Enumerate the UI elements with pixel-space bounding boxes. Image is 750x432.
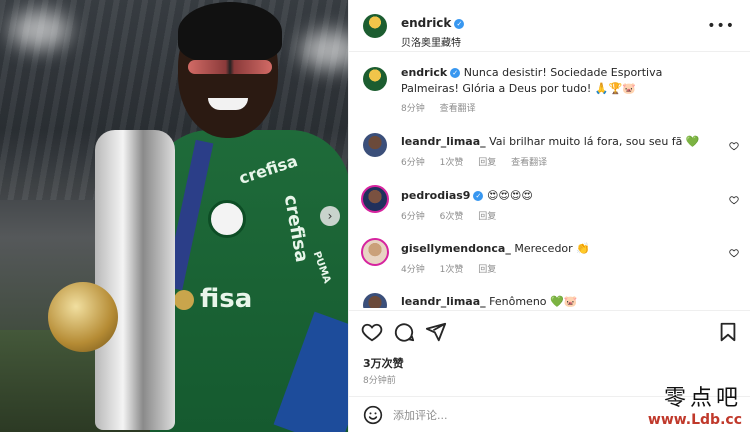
post-location[interactable]: 贝洛奥里藏特 (401, 34, 464, 49)
comment-info: 4分钟 1次赞 回复 (401, 262, 508, 275)
comment-time: 6分钟 (401, 158, 425, 168)
caption-avatar[interactable] (363, 67, 387, 91)
more-options-icon[interactable]: ••• (707, 18, 735, 34)
comment-text-block: pedrodias9 ✓ 😍😍😍😍 (401, 188, 721, 204)
comment-bubble-icon[interactable] (393, 321, 415, 343)
emoji-smiley-icon[interactable] (363, 405, 383, 425)
shirt-chest-text: fisa (200, 284, 253, 314)
stadium-light (10, 10, 70, 50)
comment-item: leandr_limaa_ Vai brilhar muito lá fora,… (349, 131, 750, 175)
like-heart-icon[interactable] (361, 321, 383, 343)
comment-text: Merecedor 👏 (514, 242, 590, 255)
watermark-url: www.Ldb.cc (647, 412, 742, 428)
comment-item: pedrodias9 ✓ 😍😍😍😍 6分钟 6次赞 回复 (349, 185, 750, 229)
sunglasses (188, 60, 272, 74)
comment-avatar[interactable] (363, 293, 387, 308)
comment-avatar[interactable] (363, 133, 387, 157)
verified-badge-icon: ✓ (450, 68, 461, 78)
comment-item: leandr_limaa_ Fenômeno 💚🐷 (349, 291, 750, 308)
verified-badge-icon: ✓ (473, 191, 484, 201)
comment-text-block: leandr_limaa_ Vai brilhar muito lá fora,… (401, 134, 721, 150)
palmeiras-crest-icon (208, 200, 246, 238)
comment-like-heart-icon[interactable] (729, 248, 739, 258)
author-block: endrick ✓ 贝洛奥里藏特 (401, 12, 465, 49)
verified-badge-icon: ✓ (454, 19, 465, 29)
comment-info: 6分钟 6次赞 回复 (401, 209, 508, 222)
save-bookmark-icon[interactable] (717, 321, 739, 343)
comment-avatar[interactable] (361, 238, 389, 266)
caption-info: 8分钟 查看翻译 (401, 101, 488, 114)
comment-input[interactable] (393, 407, 573, 423)
comment-username[interactable]: leandr_limaa_ (401, 135, 486, 148)
comments-list: endrick ✓ Nunca desistir! Sociedade Espor… (349, 53, 750, 308)
watermark-cn: 零点吧 (663, 386, 742, 411)
comment-like-count[interactable]: 1次赞 (440, 158, 464, 168)
comment-reply-link[interactable]: 回复 (478, 212, 496, 222)
post-time: 8分钟前 (363, 376, 396, 386)
post-photo[interactable]: crefisa crefisa fisa PUMA › (0, 0, 348, 432)
comment-username[interactable]: pedrodias9 (401, 189, 470, 202)
share-paper-plane-icon[interactable] (425, 321, 447, 343)
comment-username[interactable]: gisellymendonca_ (401, 242, 511, 255)
comment-info: 6分钟 1次赞 回复 查看翻译 (401, 155, 559, 168)
author-avatar[interactable] (363, 14, 387, 38)
player-hair (178, 2, 282, 62)
comment-like-heart-icon[interactable] (729, 141, 739, 151)
comment-time: 4分钟 (401, 265, 425, 275)
author-username[interactable]: endrick (401, 16, 451, 30)
comment-like-count[interactable]: 6次赞 (440, 212, 464, 222)
comment-text: Fenômeno 💚🐷 (489, 295, 578, 308)
site-watermark: 零点吧 www.Ldb.cc (648, 380, 742, 428)
caption-username[interactable]: endrick (401, 66, 447, 79)
comment-reply-link[interactable]: 回复 (478, 158, 496, 168)
comment-text: 😍😍😍😍 (486, 189, 533, 202)
comment-username[interactable]: leandr_limaa_ (401, 295, 486, 308)
comment-text: Vai brilhar muito lá fora, sou seu fã 💚 (489, 135, 700, 148)
post-header: endrick ✓ 贝洛奥里藏特 ••• (349, 0, 750, 52)
caption-translate-link[interactable]: 查看翻译 (440, 104, 476, 114)
comment-translate-link[interactable]: 查看翻译 (511, 158, 547, 168)
comment-like-count[interactable]: 1次赞 (440, 265, 464, 275)
caption-text-block: endrick ✓ Nunca desistir! Sociedade Espor… (401, 65, 721, 97)
post-detail-panel: endrick ✓ 贝洛奥里藏特 ••• endrick ✓ Nunca desis… (348, 0, 750, 432)
comment-reply-link[interactable]: 回复 (478, 265, 496, 275)
comment-text-block: leandr_limaa_ Fenômeno 💚🐷 (401, 294, 721, 308)
player-smile (208, 98, 248, 110)
medal-icon (174, 290, 194, 310)
next-photo-button[interactable]: › (320, 206, 340, 226)
comment-item: gisellymendonca_ Merecedor 👏 4分钟 1次赞 回复 (349, 238, 750, 282)
comment-like-heart-icon[interactable] (729, 195, 739, 205)
trophy (95, 130, 175, 430)
comment-time: 6分钟 (401, 212, 425, 222)
caption: endrick ✓ Nunca desistir! Sociedade Espor… (349, 65, 750, 120)
comment-text-block: gisellymendonca_ Merecedor 👏 (401, 241, 721, 257)
comment-avatar[interactable] (361, 185, 389, 213)
caption-time: 8分钟 (401, 104, 425, 114)
likes-count[interactable]: 3万次赞 (363, 355, 404, 371)
golden-ball-trophy (48, 282, 118, 352)
